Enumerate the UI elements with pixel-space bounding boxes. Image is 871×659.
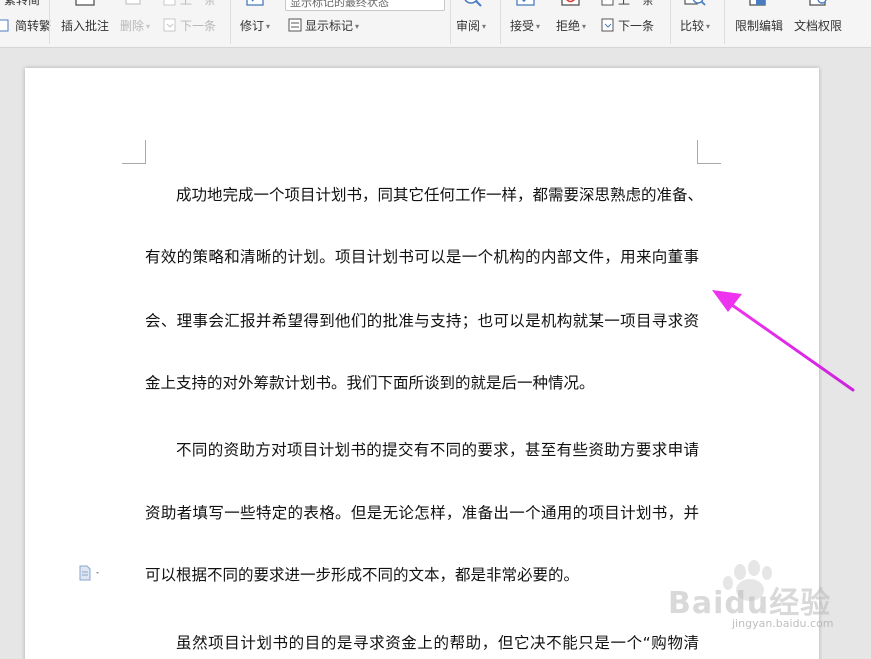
separator [49,0,50,44]
separator [450,0,451,44]
show-markup-button[interactable]: 显示标记 ▾ [288,17,359,34]
chevron-down-icon: ▾ [266,22,271,31]
trad-to-simp-button[interactable]: 繁转简 [4,0,40,8]
next-comment-button[interactable]: 下一条 [163,17,216,34]
previous-change-icon [601,0,614,6]
watermark-brand: Baidu经验 [668,586,832,621]
accept-change-button[interactable]: 接受 ▾ [510,17,540,34]
next-change-button[interactable]: 下一条 [601,17,654,34]
chevron-down-icon: ▾ [582,22,587,31]
paragraph-line[interactable]: 虽然项目计划书的目的是寻求资金上的帮助，但它决不能只是一个“购物清 [145,633,699,653]
previous-change-label: 上一条 [618,0,655,7]
separator [230,0,231,44]
paragraph-line[interactable]: 可以根据不同的要求进一步形成不同的文本，都是非常必要的。 [145,565,699,585]
delete-comment-button[interactable]: 删除 ▾ [120,17,150,34]
separator [670,0,671,44]
annotation-arrow [712,290,855,392]
document-permissions-icon [809,0,827,6]
separator [724,0,725,44]
previous-comment-button[interactable]: 上一条 [163,0,216,8]
simp-to-trad-label: 简转繁 [15,19,52,33]
restrict-editing-button[interactable]: 限制编辑 [735,17,783,34]
reject-change-button[interactable]: 拒绝 ▾ [556,17,586,34]
accept-change-icon [516,0,535,6]
review-pane-icon [464,0,482,7]
trad-to-simp-label: 繁转简 [4,0,41,7]
reject-change-icon [561,0,580,6]
chevron-down-icon: ▾ [355,22,360,31]
restrict-editing-icon [749,0,766,6]
previous-comment-icon [163,0,176,6]
compare-icon [684,0,706,6]
chevron-down-icon: ▾ [146,22,151,31]
delete-label: 删除 [120,19,145,33]
insert-comment-label: 插入批注 [61,19,110,33]
paragraph-options-icon[interactable] [79,565,103,581]
chevron-down-icon: ▾ [482,22,487,31]
paragraph-line[interactable]: 有效的策略和清晰的计划。项目计划书可以是一个机构的内部文件，用来向董事 [145,247,699,267]
chevron-down-icon: ▾ [706,22,711,31]
paragraph-line[interactable]: 会、理事会汇报并希望得到他们的批准与支持；也可以是机构就某一项目寻求资 [145,311,699,331]
separator [500,0,501,44]
paragraph-line[interactable]: 金上支持的对外筹款计划书。我们下面所谈到的就是后一种情况。 [145,373,699,393]
compare-button[interactable]: 比较 ▾ [680,17,710,34]
paragraph-line[interactable]: 成功地完成一个项目计划书，同其它任何工作一样，都需要深思熟虑的准备、 [145,185,703,205]
paragraph-line[interactable]: 不同的资助方对项目计划书的提交有不同的要求，甚至有些资助方要求申请 [145,440,699,460]
insert-comment-icon [75,0,95,6]
simp-to-trad-button[interactable]: 简转繁 [0,17,51,34]
margin-corner-top-left [122,140,146,164]
compare-label: 比较 [680,19,705,33]
insert-comment-button[interactable]: 插入批注 [61,17,109,34]
review-ribbon-toolbar: 繁转简 简转繁 插入批注 删除 ▾ 上一条 下一条 修订 ▾ 显示标记的最终状态 显… [0,0,871,48]
watermark-url: jingyan.baidu.com [732,617,834,630]
chevron-down-icon: ▾ [536,22,541,31]
reject-label: 拒绝 [556,19,581,33]
markup-state-select[interactable]: 显示标记的最终状态 [285,0,445,11]
previous-comment-label: 上一条 [180,0,217,7]
track-changes-icon [246,0,264,6]
accept-label: 接受 [510,19,535,33]
previous-change-button[interactable]: 上一条 [601,0,654,8]
track-changes-button[interactable]: 修订 ▾ [240,17,270,34]
next-change-icon [601,18,614,32]
paragraph-line[interactable]: 资助者填写一些特定的表格。但是无论怎样，准备出一个通用的项目计划书，并 [145,503,699,523]
review-label: 审阅 [456,19,481,33]
next-change-label: 下一条 [618,19,655,33]
track-changes-label: 修订 [240,19,265,33]
review-pane-button[interactable]: 审阅 ▾ [456,17,486,34]
document-permissions-label: 文档权限 [794,19,843,33]
convert-icon [0,19,9,32]
next-comment-label: 下一条 [180,19,217,33]
restrict-editing-label: 限制编辑 [735,19,784,33]
delete-comment-icon [125,0,141,5]
margin-corner-top-right [697,140,721,164]
next-comment-icon [163,18,176,32]
document-permissions-button[interactable]: 文档权限 [794,17,842,34]
show-markup-label: 显示标记 [305,19,354,33]
show-markup-icon [288,18,302,32]
